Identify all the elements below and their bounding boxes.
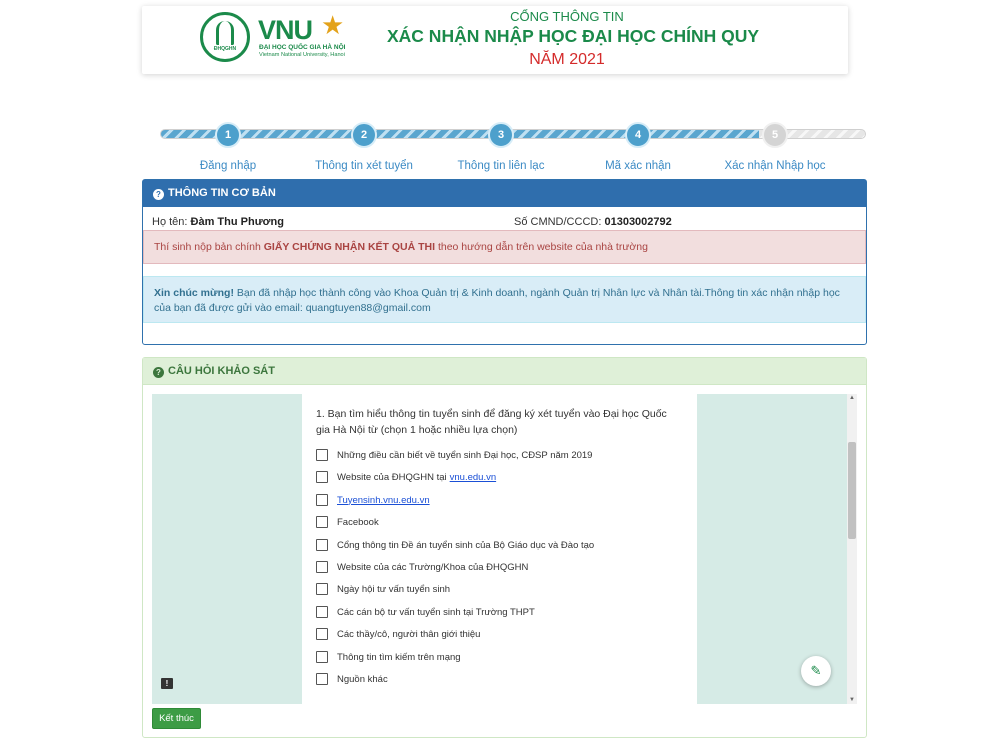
portal-year: NĂM 2021	[529, 51, 605, 68]
tree-icon	[216, 21, 234, 45]
step-4-marker: 4	[625, 122, 651, 148]
survey-title: CÂU HỎI KHẢO SÁT	[168, 365, 275, 377]
step-5-marker: 5	[762, 122, 788, 148]
step-4-label[interactable]: Mã xác nhận	[568, 160, 708, 172]
portal-label: CỔNG THÔNG TIN	[510, 9, 624, 24]
step-3-label[interactable]: Thông tin liên lạc	[431, 160, 571, 172]
checkbox[interactable]	[316, 583, 328, 595]
form-side-right	[697, 394, 847, 704]
form-side-left	[152, 394, 302, 704]
progress-fill	[161, 130, 762, 138]
survey-option[interactable]: Nguồn khác	[316, 672, 388, 686]
survey-option[interactable]: Website của ĐHQGHN tại vnu.edu.vn	[316, 470, 496, 484]
alert-text-bold: GIẤY CHỨNG NHẬN KẾT QUẢ THI	[263, 241, 436, 253]
checkbox[interactable]	[316, 651, 328, 663]
step-3-marker: 3	[488, 122, 514, 148]
scroll-down-icon[interactable]: ▼	[848, 697, 856, 703]
option-text: Website của ĐHQGHN tại	[337, 471, 447, 483]
edit-button[interactable]: ✎	[801, 656, 831, 686]
step-1-marker: 1	[215, 122, 241, 148]
option-text: Các thầy/cô, người thân giới thiệu	[337, 628, 481, 640]
option-text: Facebook	[337, 516, 379, 528]
portal-title: XÁC NHẬN NHẬP HỌC ĐẠI HỌC CHÍNH QUY	[387, 26, 760, 46]
congrats-text: Bạn đã nhập học thành công vào Khoa Quản…	[154, 287, 840, 314]
basic-info-header: ? THÔNG TIN CƠ BẢN	[143, 180, 866, 207]
survey-option[interactable]: Website của các Trường/Khoa của ĐHQGHN	[316, 560, 528, 574]
form-scrollbar[interactable]: ▲ ▼	[847, 394, 857, 704]
survey-panel: ? CÂU HỎI KHẢO SÁT 1. Bạn tìm hiểu thông …	[142, 357, 867, 738]
option-link[interactable]: vnu.edu.vn	[450, 472, 496, 483]
logo-subtitle-en: Vietnam National University, Hanoi	[259, 52, 345, 58]
logo-subtitle-vn: ĐẠI HỌC QUỐC GIA HÀ NỘI	[259, 44, 346, 51]
option-text: Ngày hội tư vấn tuyển sinh	[337, 583, 451, 595]
option-link[interactable]: Tuyensinh.vnu.edu.vn	[337, 495, 430, 506]
survey-header: ? CÂU HỎI KHẢO SÁT	[143, 358, 866, 385]
id-label: Số CMND/CCCD:	[514, 216, 602, 228]
checkbox[interactable]	[316, 516, 328, 528]
survey-option[interactable]: Ngày hội tư vấn tuyển sinh	[316, 582, 450, 596]
survey-option[interactable]: Cổng thông tin Đề án tuyển sinh của Bộ G…	[316, 538, 594, 552]
survey-option[interactable]: Tuyensinh.vnu.edu.vn	[316, 493, 430, 507]
step-2-label[interactable]: Thông tin xét tuyển	[294, 160, 434, 172]
survey-option[interactable]: Thông tin tìm kiếm trên mạng	[316, 650, 461, 664]
student-name-row: Họ tên: Đàm Thu Phương	[152, 216, 284, 228]
option-text: Nguồn khác	[337, 673, 388, 685]
id-value: 01303002792	[604, 216, 672, 228]
finish-button[interactable]: Kết thúc	[152, 708, 201, 729]
option-text: Các cán bộ tư vấn tuyển sinh tại Trường …	[337, 606, 535, 618]
site-header: ĐHQGHN VNU ★ ĐẠI HỌC QUỐC GIA HÀ NỘI Vie…	[142, 6, 848, 74]
checkbox[interactable]	[316, 449, 328, 461]
question-circle-icon: ?	[153, 367, 164, 378]
checkbox[interactable]	[316, 539, 328, 551]
survey-option[interactable]: Những điều cần biết về tuyển sinh Đại họ…	[316, 448, 592, 462]
question-circle-icon: ?	[153, 189, 164, 200]
feedback-icon[interactable]: !	[161, 678, 173, 689]
checkbox[interactable]	[316, 494, 328, 506]
checkbox[interactable]	[316, 606, 328, 618]
option-text: Website của các Trường/Khoa của ĐHQGHN	[337, 561, 529, 573]
success-alert: Xin chúc mừng! Bạn đã nhập học thành côn…	[143, 276, 866, 323]
step-1-label[interactable]: Đăng nhập	[158, 160, 298, 172]
student-id-row: Số CMND/CCCD: 01303002792	[514, 216, 672, 228]
survey-question: 1. Bạn tìm hiểu thông tin tuyển sinh để …	[316, 408, 667, 436]
pencil-icon: ✎	[810, 663, 822, 678]
page: ĐHQGHN VNU ★ ĐẠI HỌC QUỐC GIA HÀ NỘI Vie…	[0, 0, 990, 750]
option-text: Cổng thông tin Đề án tuyển sinh của Bộ G…	[337, 539, 595, 551]
basic-info-title: THÔNG TIN CƠ BẢN	[168, 187, 276, 199]
scroll-up-icon[interactable]: ▲	[848, 395, 856, 401]
option-text: Thông tin tìm kiếm trên mạng	[337, 651, 461, 663]
survey-option[interactable]: Facebook	[316, 515, 379, 529]
congrats-bold: Xin chúc mừng!	[154, 287, 234, 299]
checkbox[interactable]	[316, 673, 328, 685]
logo-badge-text: ĐHQGHN	[213, 46, 237, 52]
step-2-marker: 2	[351, 122, 377, 148]
alert-text-pre: Thí sinh nộp bản chính	[154, 241, 264, 253]
vnu-logo-emblem: ĐHQGHN	[200, 12, 250, 62]
step-5-label[interactable]: Xác nhận Nhập học	[705, 160, 845, 172]
survey-option[interactable]: Các cán bộ tư vấn tuyển sinh tại Trường …	[316, 605, 535, 619]
star-icon: ★	[321, 10, 345, 40]
survey-form: 1. Bạn tìm hiểu thông tin tuyển sinh để …	[302, 394, 697, 704]
alert-text-post: theo hướng dẫn trên website của nhà trườ…	[435, 241, 648, 253]
logo-wordmark: VNU	[258, 15, 313, 45]
scrollbar-thumb[interactable]	[848, 442, 856, 539]
checkbox[interactable]	[316, 628, 328, 640]
option-text: Những điều cần biết về tuyển sinh Đại họ…	[337, 449, 593, 461]
survey-option[interactable]: Các thầy/cô, người thân giới thiệu	[316, 627, 480, 641]
name-value: Đàm Thu Phương	[190, 216, 284, 228]
checkbox[interactable]	[316, 471, 328, 483]
name-label: Họ tên:	[152, 216, 188, 228]
basic-info-panel: ? THÔNG TIN CƠ BẢN Họ tên: Đàm Thu Phương…	[142, 179, 867, 345]
checkbox[interactable]	[316, 561, 328, 573]
document-alert: Thí sinh nộp bản chính GIẤY CHỨNG NHẬN K…	[143, 230, 866, 264]
